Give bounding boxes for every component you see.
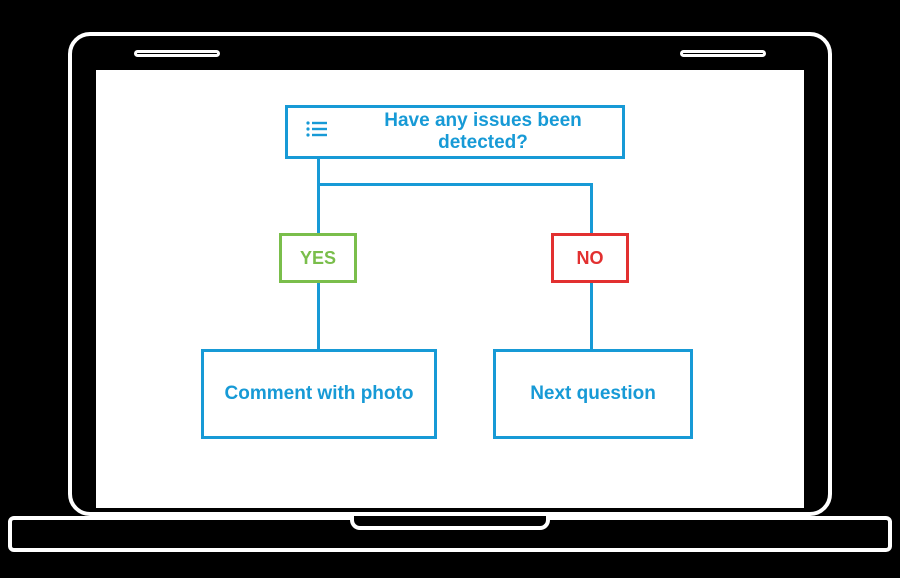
laptop-base xyxy=(8,516,892,552)
no-label: NO xyxy=(577,248,604,269)
yes-label: YES xyxy=(300,248,336,269)
next-text: Next question xyxy=(530,383,656,405)
laptop-notch xyxy=(350,516,550,530)
connector-line xyxy=(590,183,593,233)
connector-line xyxy=(590,283,593,349)
next-question-node: Next question xyxy=(493,349,693,439)
list-icon xyxy=(306,120,328,144)
yes-node: YES xyxy=(279,233,357,283)
comment-node: Comment with photo xyxy=(201,349,437,439)
laptop-screen: Have any issues been detected? YES NO Co… xyxy=(96,70,804,508)
connector-line xyxy=(317,283,320,349)
no-node: NO xyxy=(551,233,629,283)
question-node: Have any issues been detected? xyxy=(285,105,625,159)
speaker-slot-right xyxy=(680,50,766,57)
question-text: Have any issues been detected? xyxy=(344,110,622,154)
comment-text: Comment with photo xyxy=(225,381,414,407)
connector-line xyxy=(317,183,593,186)
speaker-slot-left xyxy=(134,50,220,57)
laptop-frame: Have any issues been detected? YES NO Co… xyxy=(68,32,832,516)
flowchart-diagram: Have any issues been detected? YES NO Co… xyxy=(99,73,801,505)
connector-line xyxy=(317,159,320,233)
